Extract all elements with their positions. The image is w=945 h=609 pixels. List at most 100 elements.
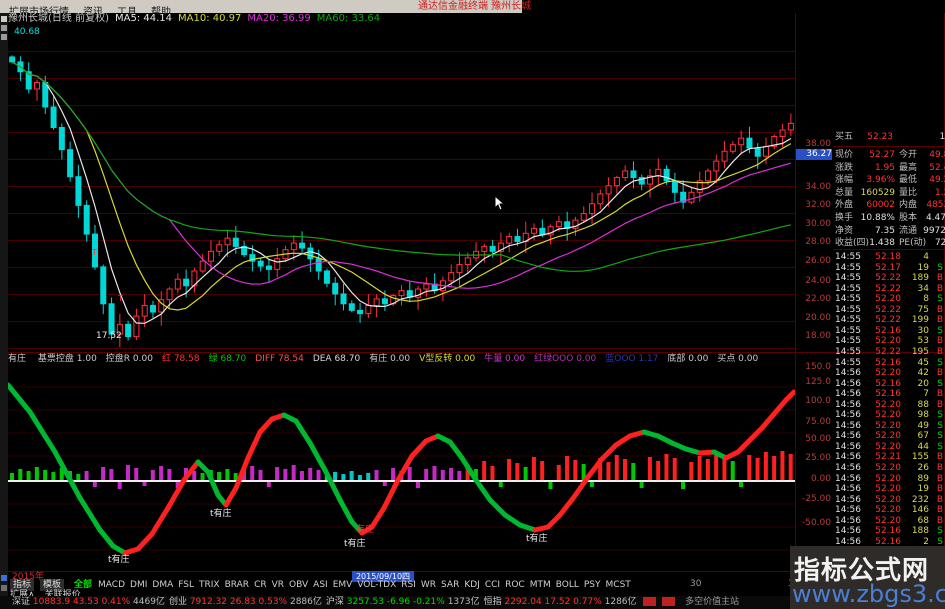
chart-t-mark: T <box>92 248 97 257</box>
tick-row[interactable]: 14:55 52.22 75 B <box>833 305 945 316</box>
tick-row[interactable]: 14:55 52.20 53 B <box>833 336 945 347</box>
axis-label: 24.00 <box>805 276 831 286</box>
tick-side: B <box>936 505 943 516</box>
tick-side: B <box>936 368 943 379</box>
tick-row[interactable]: 14:56 52.21 155 B <box>833 452 945 463</box>
tick-vol: 88 <box>917 399 929 410</box>
axis-label: 28.00 <box>805 237 831 247</box>
panel-icon[interactable] <box>1 25 7 31</box>
tick-price: 52.16 <box>875 389 901 400</box>
status-badge[interactable] <box>643 597 657 606</box>
tick-row[interactable]: 14:56 52.20 44 S <box>833 442 945 453</box>
index-name: 恒指 <box>483 597 505 607</box>
tick-row[interactable]: 14:55 52.22 34 B <box>833 284 945 295</box>
panel-icon[interactable] <box>1 34 7 40</box>
tick-price: 52.20 <box>875 368 901 379</box>
tick-time: 14:55 <box>835 325 861 336</box>
index-value: 10883.9 43.53 0.41% <box>32 597 134 607</box>
index-amount: 4469亿 <box>133 597 165 607</box>
tick-row[interactable]: 14:55 52.16 45 S <box>833 358 945 369</box>
tick-row[interactable]: 14:56 52.20 26 B <box>833 463 945 474</box>
axis-label: 38.00 <box>805 139 831 149</box>
indicator-chart[interactable] <box>8 368 795 568</box>
tick-row[interactable]: 14:56 52.16 20 S <box>833 379 945 390</box>
tab-wr[interactable]: WR <box>421 579 436 591</box>
quote-value: 48527 <box>926 200 945 211</box>
tick-row[interactable]: 14:56 52.20 42 B <box>833 368 945 379</box>
tick-row[interactable]: 14:55 52.16 30 S <box>833 326 945 337</box>
tick-row[interactable]: 14:56 52.20 67 S <box>833 431 945 442</box>
quote-value: 9972万 <box>923 225 945 236</box>
tick-price: 52.16 <box>875 526 901 537</box>
tick-side: B <box>936 515 943 526</box>
tick-side: B <box>936 346 943 357</box>
indicator-annotation: 有庄 <box>356 525 375 535</box>
quote-row: 净资 7.35 流通 9972万 <box>833 225 945 238</box>
tick-row[interactable]: 14:56 52.16 7 B <box>833 389 945 400</box>
index-quote: 创业 7912.32 26.83 0.53% 2886亿 <box>169 596 322 609</box>
tick-row[interactable]: 14:56 52.20 19 B <box>833 484 945 495</box>
indicator-field: 控盘R 0.00 <box>105 354 153 364</box>
tick-side: S <box>937 420 943 431</box>
tick-vol: 49 <box>917 420 929 431</box>
tab-mtm[interactable]: MTM <box>530 579 551 591</box>
tick-time: 14:56 <box>835 410 861 421</box>
tick-row[interactable]: 14:56 52.20 49 S <box>833 421 945 432</box>
tick-time: 14:55 <box>835 273 861 284</box>
index-quote: 沪深 3257.53 -6.96 -0.21% 1373亿 <box>326 596 480 609</box>
indicator-annotation: t有庄 <box>210 509 232 519</box>
tick-price: 52.20 <box>875 420 901 431</box>
tab-boll[interactable]: BOLL <box>556 579 579 591</box>
tick-vol: 7 <box>923 389 929 400</box>
tick-time: 14:56 <box>835 441 861 452</box>
chart-title: 豫州长城(日线 前复权) <box>8 13 109 24</box>
tick-time: 14:56 <box>835 452 861 463</box>
quote-row: 总量 160529 量比 1.29 <box>833 187 945 200</box>
tick-row[interactable]: 14:56 52.20 146 B <box>833 505 945 516</box>
price-marker: 36.27 <box>795 149 832 160</box>
tick-side: S <box>937 262 943 273</box>
sidebar-divider <box>833 146 945 147</box>
tick-row[interactable]: 14:56 52.20 68 B <box>833 516 945 527</box>
chart-max-label: 40.68 <box>14 27 40 37</box>
tick-row[interactable]: 14:55 52.22 199 B <box>833 315 945 326</box>
tick-vol: 19 <box>917 262 929 273</box>
tick-row[interactable]: 14:56 52.20 98 S <box>833 410 945 421</box>
candlestick-chart[interactable] <box>8 25 795 353</box>
tick-row[interactable]: 14:56 52.20 88 B <box>833 400 945 411</box>
status-badge[interactable] <box>662 597 676 606</box>
tick-row[interactable]: 14:55 52.22 189 B <box>833 273 945 284</box>
tick-row[interactable]: 14:55 52.22 195 B <box>833 347 945 358</box>
brand-text: 通达信金融终端 豫州长城 <box>418 1 532 12</box>
tab-cci[interactable]: CCI <box>485 579 500 591</box>
tick-vol: 188 <box>911 526 929 537</box>
indicator-annotation: t有庄 <box>344 539 366 549</box>
quote-value: 1.29 <box>934 187 945 198</box>
tab-mcst[interactable]: MCST <box>606 579 631 591</box>
panel-icon[interactable] <box>1 585 7 591</box>
tick-time: 14:56 <box>835 515 861 526</box>
tick-row[interactable]: 14:56 52.20 232 B <box>833 495 945 506</box>
tab-kdj[interactable]: KDJ <box>464 579 480 591</box>
tick-row[interactable]: 14:56 52.20 89 B <box>833 474 945 485</box>
quote-value: 60002 <box>866 200 895 211</box>
tick-row[interactable]: 14:56 52.16 188 S <box>833 526 945 537</box>
index-amount: 1373亿 <box>447 597 480 607</box>
tick-row[interactable]: 14:55 52.18 4 <box>833 252 945 263</box>
tick-time: 14:56 <box>835 505 861 516</box>
mouse-cursor-icon <box>494 195 506 211</box>
indicator-field: DEA 68.70 <box>312 354 361 364</box>
tick-vol: 232 <box>911 494 929 505</box>
tab-sar[interactable]: SAR <box>441 579 459 591</box>
quote-label: 今开 <box>899 150 918 160</box>
panel-icon[interactable] <box>1 16 7 22</box>
axis-label: 150.0 <box>805 362 831 372</box>
quote-value: 52.27 <box>869 150 895 160</box>
tick-vol: 75 <box>917 304 929 315</box>
tab-roc[interactable]: ROC <box>505 579 525 591</box>
tab-psy[interactable]: PSY <box>584 579 601 591</box>
tick-time: 14:56 <box>835 494 861 505</box>
tick-row[interactable]: 14:55 52.17 19 S <box>833 263 945 274</box>
tick-row[interactable]: 14:55 52.20 8 S <box>833 294 945 305</box>
tick-time: 14:55 <box>835 357 861 368</box>
